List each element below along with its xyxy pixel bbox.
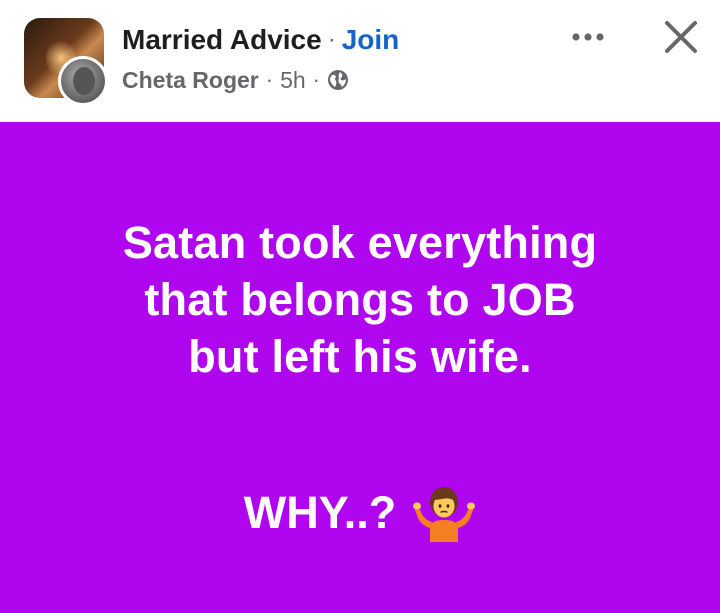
person-shrugging-icon	[412, 482, 476, 542]
post-time[interactable]: 5h	[280, 67, 306, 94]
post-text: Satan took everything that belongs to JO…	[0, 214, 720, 385]
close-icon	[665, 21, 697, 53]
post-background[interactable]: Satan took everything that belongs to JO…	[0, 122, 720, 613]
meta-separator-2: ·	[312, 67, 320, 92]
author-avatar-face	[73, 67, 95, 95]
group-name[interactable]: Married Advice	[122, 24, 322, 56]
post-header: Married Advice · Join Cheta Roger · 5h ·	[0, 0, 720, 122]
post-text-line-3: but left his wife.	[188, 331, 532, 382]
title-separator: ·	[327, 26, 336, 53]
more-options-button[interactable]	[568, 22, 608, 52]
meta-line: Cheta Roger · 5h ·	[122, 64, 349, 96]
post-question: WHY..?	[243, 486, 397, 538]
close-button[interactable]	[658, 14, 704, 60]
more-horizontal-icon	[572, 33, 604, 41]
title-line: Married Advice · Join	[122, 22, 399, 58]
author-name[interactable]: Cheta Roger	[122, 67, 259, 94]
post-text-line-1: Satan took everything	[122, 217, 598, 268]
globe-icon[interactable]	[327, 69, 349, 91]
author-avatar[interactable]	[58, 56, 108, 106]
post-question-line: WHY..?	[0, 482, 720, 542]
post-text-line-2: that belongs to JOB	[144, 274, 576, 325]
meta-separator-1: ·	[265, 67, 274, 92]
join-button[interactable]: Join	[342, 24, 400, 56]
